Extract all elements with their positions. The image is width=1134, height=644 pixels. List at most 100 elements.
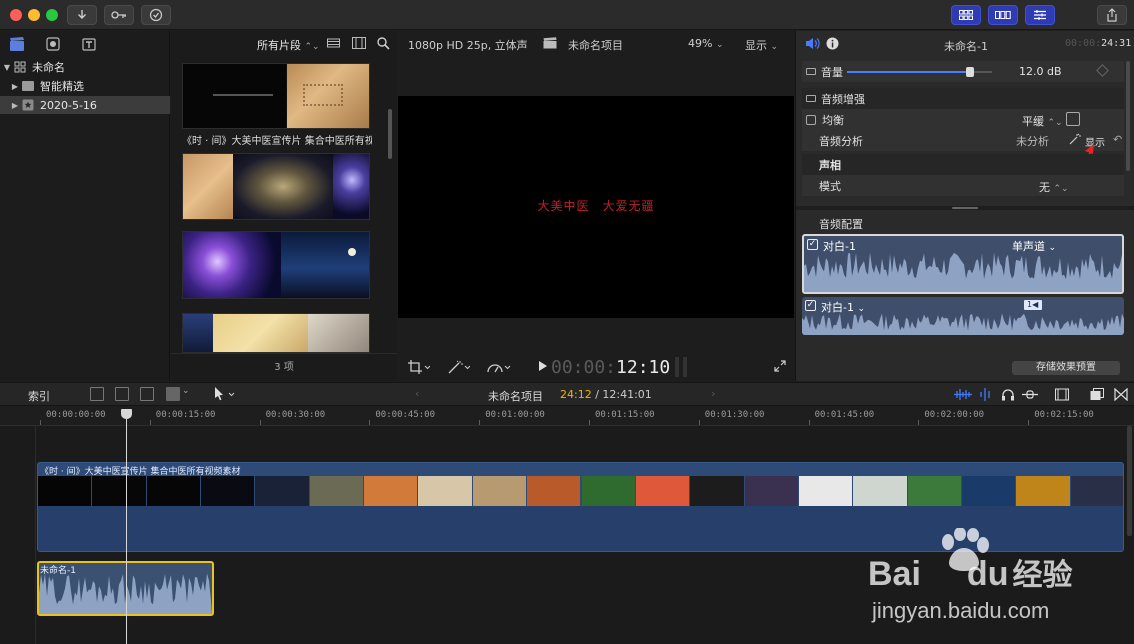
channel-card-2[interactable]: ✓ 对白-1 ⌄ 1◀ — [802, 297, 1124, 335]
minimize-window-button[interactable] — [28, 9, 40, 21]
zoom-window-button[interactable] — [46, 9, 58, 21]
clip-appearance-icon[interactable] — [352, 37, 366, 52]
volume-value[interactable]: 12.0 dB — [1019, 65, 1062, 78]
ruler-tick — [1028, 420, 1030, 425]
clip-thumbnail[interactable] — [182, 63, 370, 129]
overwrite-clip-icon[interactable] — [166, 387, 180, 401]
filmstrip-view-icon[interactable] — [327, 37, 340, 52]
search-icon[interactable] — [377, 37, 390, 53]
filter-dropdown[interactable]: 所有片段 ⌃⌄ — [257, 37, 320, 53]
zoom-dropdown[interactable]: 49% ⌄ — [688, 37, 724, 50]
channel-card-1[interactable]: ✓ 对白-1 单声道 ⌄ — [802, 234, 1124, 294]
filmstrip-frame — [907, 476, 961, 506]
inspector-duration: 00:00:24:31 — [1065, 38, 1131, 49]
chevron-down-icon: ⌄ — [715, 40, 724, 50]
playhead[interactable] — [126, 410, 127, 644]
ruler-tick — [259, 420, 261, 425]
updown-chevron-icon: ⌃⌄ — [304, 42, 320, 52]
insert-clip-icon[interactable] — [115, 387, 129, 401]
background-tasks-button[interactable] — [141, 5, 171, 25]
mode-dropdown[interactable]: 无 ⌃⌄ — [1039, 179, 1069, 195]
view-dropdown[interactable]: 显示 ⌄ — [745, 37, 778, 53]
index-button[interactable]: 索引 — [28, 388, 50, 404]
back-arrow-icon[interactable]: ‹ — [415, 387, 419, 400]
divider-handle[interactable] — [952, 207, 978, 209]
append-clip-icon[interactable] — [140, 387, 154, 401]
updown-chevron-icon: ⌃⌄ — [1053, 184, 1069, 194]
check-icon — [149, 8, 163, 22]
keywords-button[interactable] — [104, 5, 134, 25]
skimming-icon[interactable] — [978, 388, 992, 404]
disclosure-right-icon[interactable]: ▶ — [8, 82, 22, 91]
event-star-icon — [22, 99, 34, 111]
channel2-badge: 1◀ — [1024, 300, 1042, 310]
reset-icon[interactable]: ↶ — [1113, 133, 1122, 146]
timeline-scrollbar[interactable] — [1127, 426, 1132, 536]
libraries-toggle[interactable] — [951, 5, 981, 25]
magic-wand-icon[interactable] — [448, 360, 471, 377]
import-button[interactable] — [67, 5, 97, 25]
speed-gauge-icon[interactable] — [486, 360, 512, 377]
current-time: 24:12 — [560, 388, 592, 401]
fullscreen-icon[interactable] — [774, 360, 786, 375]
timecode-dim: 00:00: — [551, 357, 617, 378]
timeline-project-name: 未命名项目 — [488, 390, 543, 403]
clip-thumbnail[interactable] — [182, 231, 370, 299]
select-tool-icon[interactable] — [213, 386, 237, 405]
ruler-time-label: 00:02:00:00 — [924, 410, 984, 420]
info-inspector-tab[interactable] — [826, 37, 839, 53]
audio-config-label: 音频配置 — [819, 218, 863, 231]
play-icon[interactable] — [538, 360, 548, 375]
eq-dropdown[interactable]: 平缓 ⌃⌄ — [1022, 113, 1063, 129]
playhead-handle[interactable] — [121, 409, 132, 419]
window-title-bar — [0, 0, 1134, 30]
filmstrip-frame — [418, 476, 472, 506]
eq-graph-icon[interactable] — [1066, 112, 1080, 126]
titles-icon[interactable] — [81, 36, 97, 52]
equalization-checkbox[interactable] — [806, 114, 816, 125]
audio-skimming-icon[interactable] — [953, 388, 973, 404]
connect-clip-icon[interactable] — [90, 387, 104, 401]
inspector-scrollbar[interactable] — [1126, 61, 1130, 171]
info-icon — [826, 37, 839, 50]
pan-header[interactable]: 声相 — [802, 154, 1124, 175]
chevron-down-icon[interactable]: ⌄ — [182, 386, 190, 396]
keyframe-icon[interactable] — [1096, 64, 1109, 77]
forward-arrow-icon[interactable]: › — [711, 387, 715, 400]
viewer-canvas[interactable]: 大美中医 大爱无疆 — [398, 96, 794, 318]
volume-slider-knob[interactable] — [966, 67, 975, 77]
channel2-checkbox[interactable]: ✓ — [805, 300, 816, 311]
timeline-toggle[interactable] — [988, 5, 1018, 25]
watermark-brand-a: Bai — [868, 555, 921, 593]
total-time: / 12:41:01 — [595, 388, 652, 401]
timecode-value: 12:10 — [616, 357, 671, 378]
library-item-root[interactable]: ▼ 未命名 — [0, 58, 170, 76]
duration-value: 24:31 — [1101, 38, 1132, 49]
library-item-event[interactable]: ▶ 2020-5-16 — [0, 96, 170, 114]
timeline-ruler[interactable]: 00:00:00:00 00:00:15:00 00:00:30:00 00:00:4… — [0, 406, 1134, 426]
inspector-toggle[interactable] — [1025, 5, 1055, 25]
transitions-browser-icon[interactable] — [1114, 387, 1128, 404]
filmstrip-frame — [527, 476, 581, 506]
disclosure-right-icon[interactable]: ▶ — [8, 101, 22, 110]
disclosure-down-icon[interactable]: ▼ — [0, 63, 14, 72]
photos-icon[interactable] — [45, 36, 61, 52]
channel1-checkbox[interactable]: ✓ — [807, 239, 818, 250]
audio-inspector-tab[interactable] — [805, 37, 820, 53]
viewer-footer: 00:00:12:10 — [398, 353, 794, 381]
headphones-icon[interactable] — [1001, 388, 1015, 404]
clip-appearance-timeline-icon[interactable] — [1055, 388, 1069, 404]
clip-thumbnail[interactable] — [182, 313, 370, 353]
share-button[interactable] — [1097, 5, 1127, 25]
solo-icon[interactable] — [1022, 388, 1038, 404]
analysis-value: 未分析 — [1016, 135, 1049, 148]
save-preset-button[interactable]: 存储效果预置 — [1012, 361, 1120, 375]
close-window-button[interactable] — [10, 9, 22, 21]
library-item-smart-collections[interactable]: ▶ 智能精选 — [0, 77, 170, 95]
clip-thumbnail[interactable] — [182, 153, 370, 220]
enhancements-header[interactable]: 音频增强 — [802, 88, 1124, 109]
effects-browser-icon[interactable] — [1090, 388, 1104, 404]
browser-scrollbar[interactable] — [388, 109, 392, 159]
clapper-icon[interactable] — [9, 36, 25, 52]
crop-icon[interactable] — [408, 360, 431, 377]
